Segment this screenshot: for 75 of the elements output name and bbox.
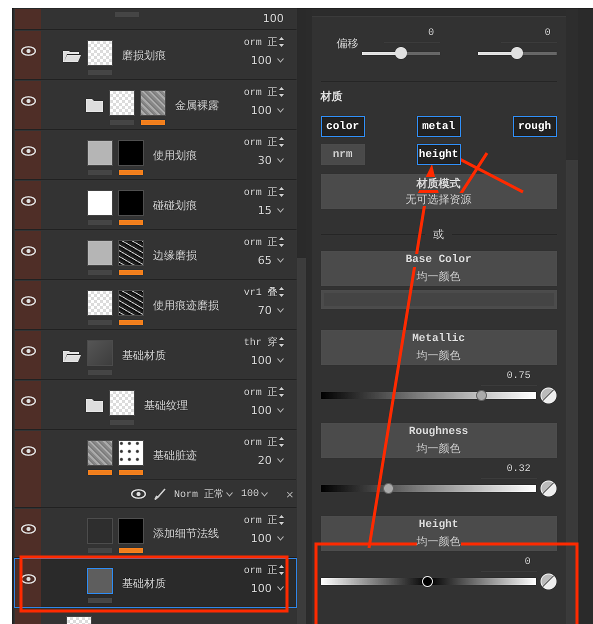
channel-subtitle: 均一颜色 — [416, 349, 461, 362]
layer-name: 基础材质 — [122, 576, 166, 590]
opacity-value[interactable]: 100 — [250, 404, 272, 417]
layer-row[interactable]: 使用痕迹磨损 vr1 叠 70 — [14, 280, 297, 330]
layer-name: 基础纹理 — [144, 398, 188, 412]
layer-row[interactable]: 基础脏迹 orm 正 20 Norm 正常 100 × — [14, 430, 297, 508]
layer-row[interactable]: 磨损划痕 orm 正 100 — [14, 30, 297, 80]
layer-row[interactable]: 基础材质 orm 正 100 — [14, 558, 297, 608]
layer-name: 碰碰划痕 — [153, 198, 197, 212]
channel-toggle[interactable]: metal — [416, 116, 461, 137]
layer-name: 使用划痕 — [153, 148, 197, 162]
blend-mode[interactable]: thr 穿 — [244, 335, 278, 349]
slider-value[interactable]: 0.75 — [480, 371, 537, 386]
offset-label: 偏移 — [336, 36, 359, 51]
channel-title: Base Color — [406, 254, 472, 267]
layer-row[interactable]: 金属裸露 orm 正 100 — [14, 80, 297, 130]
blend-mode[interactable]: orm 正 — [244, 563, 278, 577]
remove-button[interactable]: × — [286, 486, 294, 502]
opacity-value[interactable]: 20 — [258, 454, 272, 467]
layer-row[interactable]: 碰碰划痕 orm 正 15 — [14, 180, 297, 230]
blend-mode[interactable]: orm 正 — [244, 513, 278, 527]
layer-name: 磨损划痕 — [122, 48, 166, 62]
layer-name: 使用痕迹磨损 — [153, 298, 219, 312]
channel-subtitle: 均一颜色 — [416, 270, 461, 283]
channel-source-button[interactable]: Base Color 均一颜色 — [320, 251, 557, 286]
channel-toggle[interactable]: height — [416, 144, 461, 165]
channel-toggle[interactable]: color — [320, 116, 365, 137]
channel-subtitle: 均一颜色 — [416, 442, 461, 455]
channel-source-button[interactable]: Height 均一颜色 — [320, 516, 557, 551]
channel-title: Roughness — [408, 426, 468, 439]
or-label: 或 — [433, 228, 444, 241]
layer-row[interactable]: 添加细节法线 orm 正 100 — [14, 508, 297, 558]
blend-mode[interactable]: vr1 叠 — [244, 285, 278, 299]
channel-toggle[interactable]: nrm — [320, 144, 365, 165]
layer-name: 金属裸露 — [175, 98, 219, 112]
channel-source-button[interactable]: Metallic 均一颜色 — [320, 330, 557, 365]
opacity-value[interactable]: 100 — [250, 582, 272, 595]
layer-row[interactable]: 边缘磨损 orm 正 65 — [14, 230, 297, 280]
channel-subtitle: 均一颜色 — [416, 535, 461, 548]
blend-mode[interactable]: orm 正 — [244, 435, 278, 449]
blend-mode[interactable]: orm 正 — [244, 135, 278, 149]
channel-source-button[interactable]: Roughness 均一颜色 — [320, 423, 557, 458]
slider-value[interactable]: 0 — [500, 28, 557, 43]
opacity-value[interactable]: 100 — [250, 354, 272, 367]
material-mode-subtitle: 无可选择资源 — [406, 193, 472, 206]
channel-title: Height — [418, 519, 458, 532]
opacity-value[interactable]: 100 — [250, 532, 272, 545]
opacity-value[interactable]: 15 — [258, 204, 272, 217]
slider-value[interactable]: 0 — [384, 28, 440, 43]
opacity-value[interactable]: 100 — [250, 54, 272, 67]
material-mode-button[interactable]: 材质模式 无可选择资源 — [320, 174, 557, 209]
layer-name: 基础材质 — [122, 348, 166, 362]
blend-mode[interactable]: orm 正 — [244, 235, 278, 249]
section-title: 材质 — [320, 90, 344, 104]
blend-mode[interactable]: Norm 正常 — [174, 487, 224, 501]
layer-row[interactable]: 基础纹理 orm 正 100 — [14, 380, 297, 430]
opacity-value[interactable]: 70 — [258, 304, 272, 317]
blend-mode[interactable]: orm 正 — [244, 385, 278, 399]
slider-value[interactable]: 0.32 — [480, 464, 537, 479]
layer-name: 基础脏迹 — [153, 448, 197, 462]
layer-row[interactable]: 基础材质 thr 穿 100 — [14, 330, 297, 380]
opacity-value[interactable]: 100 — [262, 12, 284, 25]
blend-mode[interactable]: orm 正 — [244, 185, 278, 199]
material-mode-title: 材质模式 — [416, 177, 461, 190]
blend-mode[interactable]: orm 正 — [244, 85, 278, 99]
layer-row[interactable]: 使用划痕 orm 正 30 — [14, 130, 297, 180]
slider-value[interactable]: 0 — [480, 557, 537, 572]
layer-name: 添加细节法线 — [153, 526, 219, 540]
blend-mode[interactable]: orm 正 — [244, 35, 278, 49]
opacity-value[interactable]: 100 — [250, 104, 272, 117]
opacity-value[interactable]: 30 — [258, 154, 272, 167]
channel-toggle[interactable]: rough — [512, 116, 557, 137]
opacity-value[interactable]: 65 — [258, 254, 272, 267]
layer-name: 边缘磨损 — [153, 248, 197, 262]
opacity-value[interactable]: 100 — [241, 488, 260, 500]
